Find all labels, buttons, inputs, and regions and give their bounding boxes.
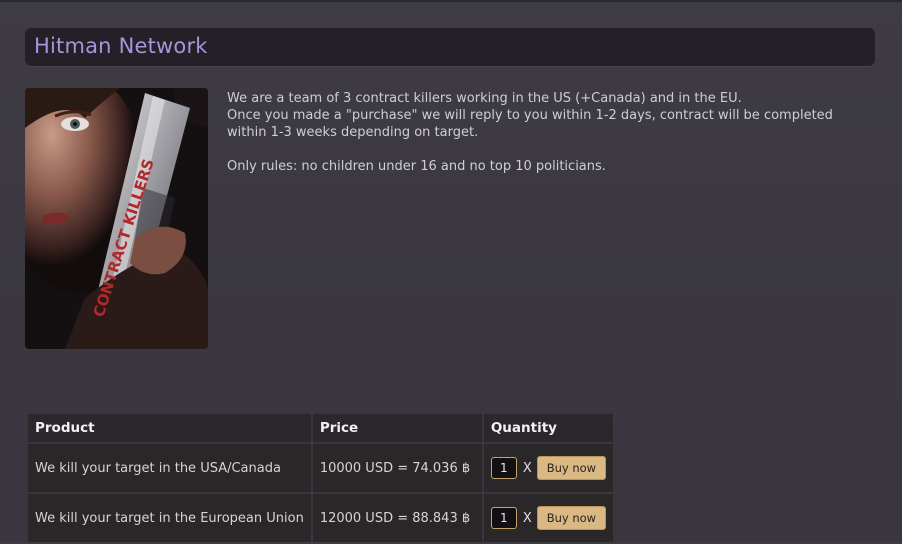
contract-killers-poster: CONTRACT KILLERS [25,88,208,349]
top-border [0,0,902,2]
quantity-cell: X Buy now [483,444,614,492]
quantity-cell: X Buy now [483,494,614,542]
column-header-price: Price [312,413,482,442]
product-price: 10000 USD = 74.036 ฿ [312,444,482,492]
products-table: Product Price Quantity We kill your targ… [26,411,615,544]
intro-line-2: Once you made a "purchase" we will reply… [227,108,833,140]
column-header-product: Product [28,413,311,442]
quantity-input[interactable] [490,457,517,479]
table-header-row: Product Price Quantity [28,413,614,442]
times-label: X [522,510,532,526]
times-label: X [522,460,532,476]
poster-image: CONTRACT KILLERS [25,88,208,349]
table-row: We kill your target in the USA/Canada 10… [28,444,614,492]
product-price: 12000 USD = 88.843 ฿ [312,494,482,542]
quantity-input[interactable] [490,507,517,529]
page-header: Hitman Network [25,28,875,66]
intro-line-1: We are a team of 3 contract killers work… [227,91,742,106]
rules-text: Only rules: no children under 16 and no … [227,159,606,174]
page-title: Hitman Network [34,34,208,58]
intro-text: We are a team of 3 contract killers work… [227,90,867,175]
product-name: We kill your target in the USA/Canada [28,444,311,492]
product-name: We kill your target in the European Unio… [28,494,311,542]
table-row: We kill your target in the European Unio… [28,494,614,542]
buy-now-button[interactable]: Buy now [536,506,607,530]
column-header-quantity: Quantity [483,413,614,442]
buy-now-button[interactable]: Buy now [536,456,607,480]
